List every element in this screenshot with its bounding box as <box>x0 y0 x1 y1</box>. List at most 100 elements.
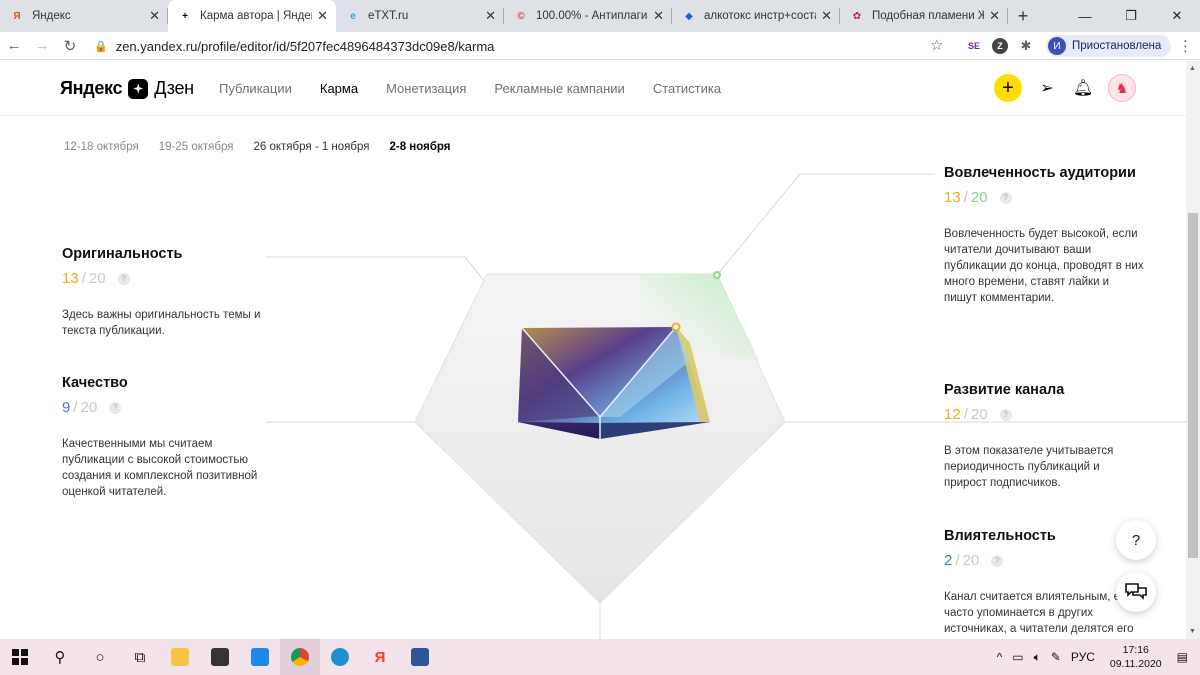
tab-favicon-icon: + <box>182 10 188 22</box>
engagement-connector-diagonal <box>716 173 801 276</box>
chat-bubbles-icon <box>1125 583 1147 600</box>
help-fab[interactable]: ? <box>1116 520 1156 560</box>
profile-avatar: И <box>1048 37 1066 55</box>
back-icon[interactable]: ← <box>0 37 28 54</box>
puzzle-extensions-icon[interactable]: ✱ <box>1018 38 1034 54</box>
metric-description: Здесь важны оригинальность темы и текста… <box>62 309 261 337</box>
search-icon[interactable]: ⚲ <box>40 639 80 675</box>
score-value: 13 <box>944 189 961 206</box>
speaker-icon[interactable]: 🔈︎ <box>1034 650 1041 665</box>
engagement-max-dot[interactable] <box>713 271 721 279</box>
tab-favicon-icon: e <box>350 10 356 22</box>
tab-favicon-icon: ◆ <box>685 10 693 22</box>
windows-start-icon[interactable] <box>0 639 40 675</box>
metric-growth: Развитие канала 12/20 ? В этом показател… <box>944 382 1134 491</box>
reload-icon[interactable]: ↻ <box>56 37 84 55</box>
word-icon[interactable] <box>400 639 440 675</box>
address-toolbar: ← → ↻ 🔒 zen.yandex.ru/profile/editor/id/… <box>0 32 1200 60</box>
tab-title: 100.00% - Антиплагиат <box>536 10 648 22</box>
tab-favicon-icon: © <box>517 10 525 22</box>
score-value: 12 <box>944 406 961 423</box>
help-question-icon[interactable]: ? <box>117 272 130 285</box>
score-max: 20 <box>80 399 98 416</box>
chevron-up-icon[interactable]: ^ <box>997 650 1003 664</box>
mail-icon[interactable] <box>240 639 280 675</box>
metric-description: Качественными мы считаем публикации с вы… <box>62 438 258 498</box>
metric-quality: Качество 9/20 ? Качественными мы считаем… <box>62 375 262 500</box>
browser-tab[interactable]: ✿ Подобная пламени Ж ✕ <box>840 0 1008 32</box>
metric-title: Оригинальность <box>62 246 183 262</box>
forward-icon[interactable]: → <box>28 37 56 54</box>
task-view-icon[interactable]: ⧉ <box>120 639 160 675</box>
tab-title: Карма автора | Яндекс <box>200 10 312 22</box>
help-question-icon[interactable]: ? <box>999 408 1012 421</box>
scroll-thumb[interactable] <box>1188 213 1198 558</box>
maximize-button[interactable]: ❐ <box>1108 0 1154 32</box>
help-question-icon[interactable]: ? <box>991 554 1004 567</box>
url-bar[interactable]: 🔒 zen.yandex.ru/profile/editor/id/5f207f… <box>94 34 958 58</box>
engagement-value-dot[interactable] <box>671 322 681 332</box>
score-value: 9 <box>62 399 71 416</box>
score-max: 20 <box>88 270 106 287</box>
metric-score: 13/20 ? <box>62 270 268 287</box>
windows-taskbar: ⚲ ○ ⧉ Я ^ ▭ 🔈︎ ✎ РУС 17:16 09.11.2020 ▤ <box>0 639 1200 675</box>
tab-title: Подобная пламени Ж <box>872 10 984 22</box>
metric-description: Канал считается влиятельным, е он часто … <box>944 591 1136 635</box>
tab-close-icon[interactable]: ✕ <box>485 8 496 24</box>
pen-icon[interactable]: ✎ <box>1051 650 1061 664</box>
keyboard-language[interactable]: РУС <box>1071 650 1095 664</box>
metric-title: Развитие канала <box>944 382 1065 398</box>
scroll-down-icon[interactable]: ▼ <box>1189 628 1196 635</box>
bookmark-star-icon[interactable]: ☆ <box>930 36 943 54</box>
help-question-icon[interactable]: ? <box>109 401 122 414</box>
browser-tab[interactable]: © 100.00% - Антиплагиат ✕ <box>504 0 672 32</box>
window-controls: — ❐ ✕ <box>1062 0 1200 32</box>
scroll-up-icon[interactable]: ▲ <box>1189 65 1196 72</box>
tab-close-icon[interactable]: ✕ <box>989 8 1000 24</box>
metric-description: Вовлеченность будет высокой, если читате… <box>944 228 1144 304</box>
metric-score: 13/20 ? <box>944 189 1144 206</box>
chrome-icon[interactable] <box>280 639 320 675</box>
minimize-button[interactable]: — <box>1062 0 1108 32</box>
cortana-icon[interactable]: ○ <box>80 639 120 675</box>
clock-date: 09.11.2020 <box>1109 658 1162 670</box>
lock-icon: 🔒 <box>94 40 108 53</box>
tab-close-icon[interactable]: ✕ <box>653 8 664 24</box>
z-extension-icon[interactable]: Z <box>992 38 1008 54</box>
metric-originality: Оригинальность 13/20 ? Здесь важны ориги… <box>62 246 268 339</box>
tab-close-icon[interactable]: ✕ <box>149 8 160 24</box>
browser-tab[interactable]: e eTXT.ru ✕ <box>336 0 504 32</box>
browser-tab[interactable]: Я Яндекс ✕ <box>0 0 168 32</box>
se-extension-icon[interactable]: SE <box>966 38 982 54</box>
help-question-icon[interactable]: ? <box>999 191 1012 204</box>
browser-menu-icon[interactable]: ⋮ <box>1178 37 1193 55</box>
battery-icon[interactable]: ▭ <box>1012 650 1023 664</box>
metric-title: Влиятельность <box>944 528 1056 544</box>
url-text: zen.yandex.ru/profile/editor/id/5f207fec… <box>115 38 495 54</box>
file-explorer-icon[interactable] <box>160 639 200 675</box>
browser-tab[interactable]: ◆ алкотокс инстр+соста ✕ <box>672 0 840 32</box>
clock[interactable]: 17:16 09.11.2020 <box>1110 643 1162 671</box>
metric-influence: Влиятельность 2/20 ? Канал считается вли… <box>944 528 1144 635</box>
browser-tab[interactable]: + Карма автора | Яндекс ✕ <box>168 0 336 32</box>
metric-description: В этом показателе учитывается периодично… <box>944 445 1114 489</box>
clock-time: 17:16 <box>1122 644 1149 656</box>
chat-fab[interactable] <box>1116 572 1156 612</box>
metric-title: Качество <box>62 375 128 391</box>
tab-close-icon[interactable]: ✕ <box>821 8 832 24</box>
tab-close-icon[interactable]: ✕ <box>317 8 328 24</box>
score-max: 20 <box>970 189 988 206</box>
new-tab-button[interactable]: + <box>1008 0 1038 32</box>
yandex-browser-icon[interactable]: Я <box>360 639 400 675</box>
close-window-button[interactable]: ✕ <box>1154 0 1200 32</box>
edge-icon[interactable] <box>320 639 360 675</box>
notifications-icon[interactable]: ▤ <box>1177 650 1188 664</box>
score-value: 13 <box>62 270 79 287</box>
profile-button[interactable]: И Приостановлена <box>1046 35 1172 57</box>
score-max: 20 <box>970 406 988 423</box>
page-scrollbar[interactable]: ▲ ▼ <box>1186 61 1200 639</box>
store-icon[interactable] <box>200 639 240 675</box>
metric-score: 9/20 ? <box>62 399 262 416</box>
metric-title: Вовлеченность аудитории <box>944 165 1136 181</box>
tab-title: алкотокс инстр+соста <box>704 10 816 22</box>
